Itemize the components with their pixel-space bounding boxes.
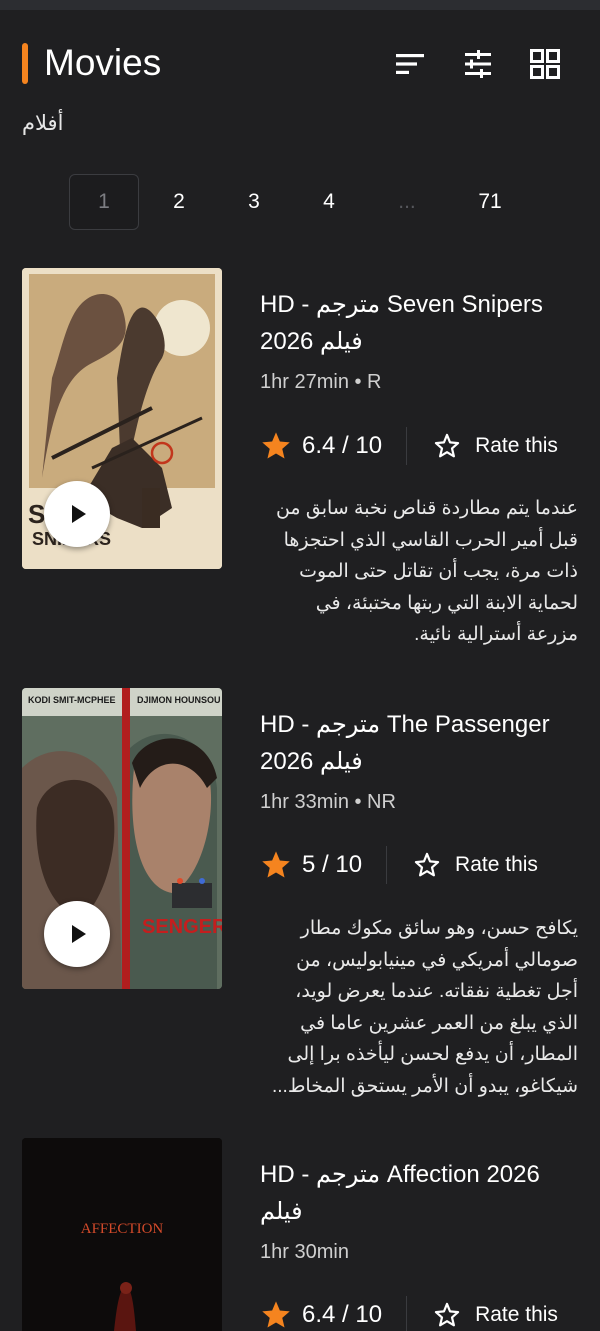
page-button-4[interactable]: 4 bbox=[294, 174, 364, 230]
rating-row: 6.4 / 10 Rate this bbox=[260, 1295, 558, 1331]
play-trailer-button[interactable] bbox=[44, 901, 110, 967]
svg-text:SENGER: SENGER bbox=[142, 916, 222, 938]
movie-meta: 1hr 27min • R bbox=[260, 371, 382, 393]
poster-title: AFFECTION bbox=[81, 1221, 164, 1237]
grid-view-icon[interactable] bbox=[527, 46, 563, 82]
rating-value: 5 / 10 bbox=[302, 851, 363, 878]
rating-divider bbox=[386, 846, 388, 884]
movie-card[interactable]: SENGER KODI SMIT-MCPHEE DJIMON HOUNSOU H… bbox=[22, 688, 578, 1108]
rating-divider bbox=[406, 1296, 408, 1331]
rating-value: 6.4 / 10 bbox=[302, 432, 383, 459]
page-title: Movies bbox=[44, 42, 162, 83]
movie-poster[interactable]: SENGER KODI SMIT-MCPHEE DJIMON HOUNSOU bbox=[22, 688, 222, 989]
star-outline-icon[interactable] bbox=[413, 851, 441, 879]
movie-poster[interactable]: AFFECTION bbox=[22, 1138, 222, 1331]
poster-actor-left: KODI SMIT-MCPHEE bbox=[28, 695, 116, 705]
page-ellipsis: ... bbox=[398, 190, 416, 213]
movie-title[interactable]: HD - مترجم The Passenger فيلم 2026 bbox=[260, 706, 578, 780]
rating-divider bbox=[406, 427, 408, 465]
star-outline-icon[interactable] bbox=[433, 432, 461, 460]
movie-meta: 1hr 30min bbox=[260, 1241, 349, 1263]
movie-card[interactable]: SE SNIPERS HD - مترجم Seven Snipers فيلم… bbox=[22, 268, 578, 648]
movie-description: يكافح حسن، وهو سائق مكوك مطار صومالي أمر… bbox=[272, 918, 578, 1097]
star-outline-icon[interactable] bbox=[433, 1301, 461, 1329]
movie-card[interactable]: AFFECTION HD - مترجم Affection 2026 فيلم… bbox=[22, 1138, 578, 1331]
play-icon bbox=[72, 505, 86, 523]
page-header: Movies bbox=[22, 40, 578, 88]
play-icon bbox=[72, 925, 86, 943]
title-accent-bar bbox=[22, 43, 28, 84]
movie-poster[interactable]: SE SNIPERS bbox=[22, 268, 222, 569]
star-filled-icon bbox=[262, 1301, 290, 1328]
sort-icon[interactable] bbox=[392, 46, 428, 82]
rate-this-button[interactable]: Rate this bbox=[455, 853, 538, 877]
page-subtitle: أفلام bbox=[22, 112, 64, 135]
page-button-2[interactable]: 2 bbox=[144, 174, 214, 230]
rate-this-button[interactable]: Rate this bbox=[475, 1303, 558, 1327]
rate-this-button[interactable]: Rate this bbox=[475, 434, 558, 458]
play-trailer-button[interactable] bbox=[44, 481, 110, 547]
movie-title[interactable]: HD - مترجم Affection 2026 فيلم bbox=[260, 1156, 578, 1230]
rating-value: 6.4 / 10 bbox=[302, 1301, 383, 1328]
movie-meta: 1hr 33min • NR bbox=[260, 791, 396, 813]
filter-sliders-icon[interactable] bbox=[460, 46, 496, 82]
rating-row: 6.4 / 10 Rate this bbox=[260, 426, 558, 466]
page-button-1[interactable]: 1 bbox=[69, 174, 139, 230]
movie-description: عندما يتم مطاردة قناص نخبة سابق من قبل أ… bbox=[275, 498, 578, 645]
page-button-3[interactable]: 3 bbox=[219, 174, 289, 230]
star-filled-icon bbox=[262, 432, 290, 459]
pagination: 1 2 3 4 ... 71 bbox=[69, 174, 529, 230]
star-filled-icon bbox=[262, 851, 290, 878]
status-bar-strip bbox=[0, 0, 600, 10]
rating-row: 5 / 10 Rate this bbox=[260, 845, 538, 885]
poster-actor-right: DJIMON HOUNSOU bbox=[137, 695, 221, 705]
page-button-last[interactable]: 71 bbox=[455, 174, 525, 230]
movie-title[interactable]: HD - مترجم Seven Snipers فيلم 2026 bbox=[260, 286, 578, 360]
